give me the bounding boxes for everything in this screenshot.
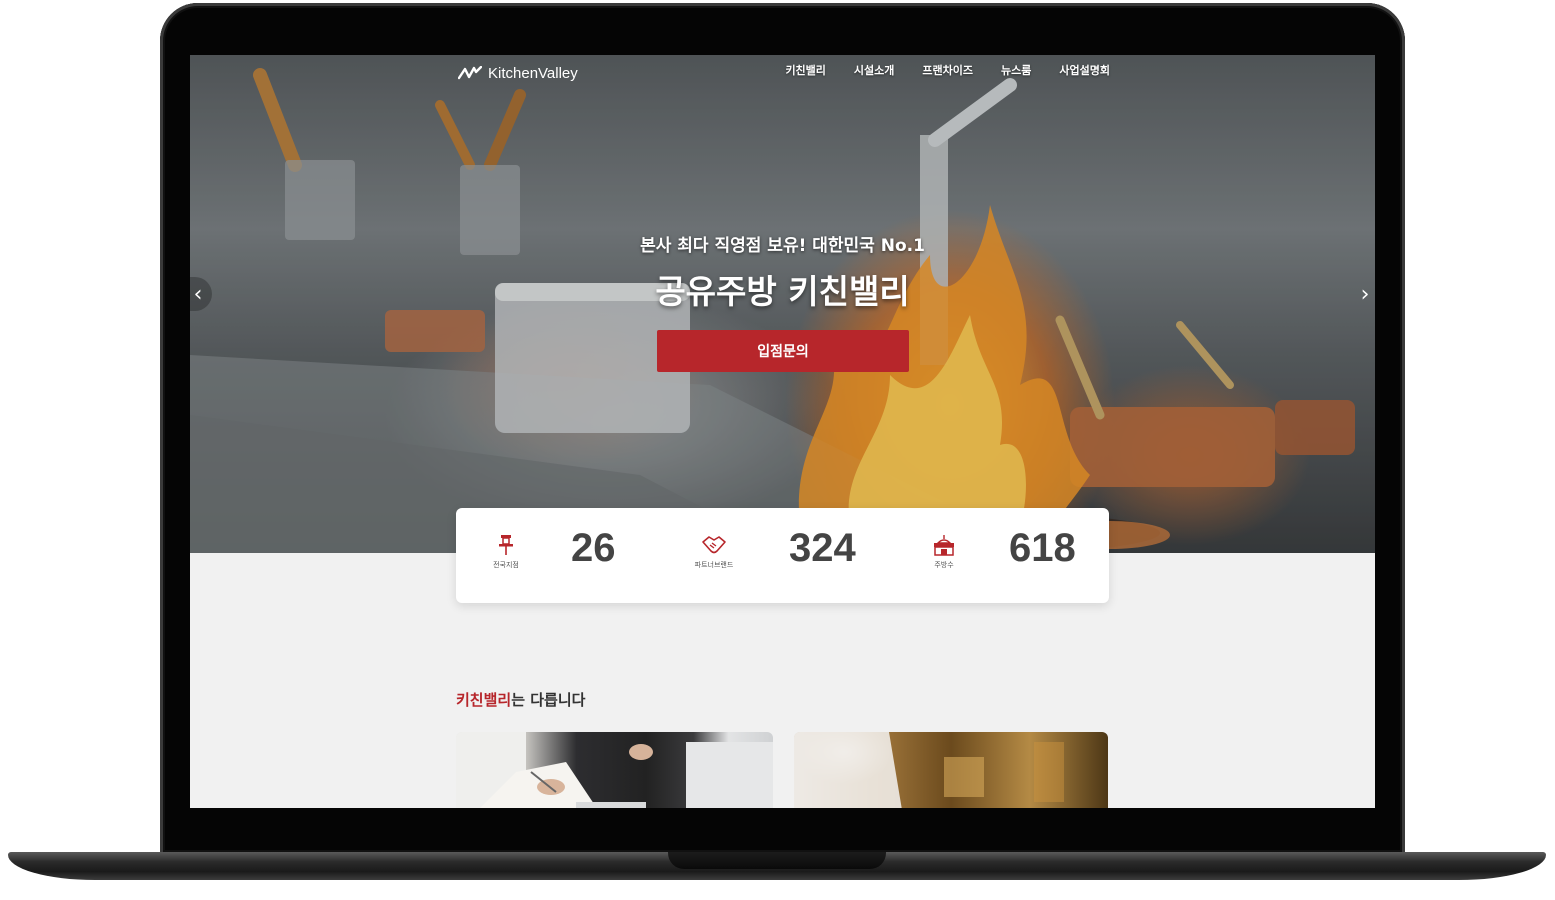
hero-title: 공유주방 키친밸리: [655, 272, 910, 311]
hero-banner: KitchenValley 키친밸리 시설소개 프랜차이즈 뉴스룸 사업설명회 …: [190, 55, 1375, 553]
section-title-rest: 는 다릅니다: [511, 691, 586, 709]
section-title-highlight: 키친밸리: [456, 691, 512, 709]
nav-item-business-briefing[interactable]: 사업설명회: [1059, 62, 1110, 78]
nav-item-newsroom[interactable]: 뉴스룸: [1001, 62, 1031, 78]
feature-card-kitchen[interactable]: [794, 732, 1108, 808]
chef-kitchen-image: [794, 732, 1064, 808]
laptop-notch: [668, 852, 886, 869]
brand-logo[interactable]: KitchenValley: [458, 63, 578, 83]
main-nav: 키친밸리 시설소개 프랜차이즈 뉴스룸 사업설명회: [785, 62, 1110, 78]
store-icon: [934, 535, 954, 556]
business-meeting-image: [456, 732, 773, 808]
nav-item-facilities[interactable]: 시설소개: [854, 62, 894, 78]
stat-label: 주방수: [934, 561, 954, 569]
stats-card: 전국지점 26 파트너브랜드 324 주방수 618: [456, 508, 1109, 603]
feature-card-business[interactable]: [456, 732, 773, 808]
stat-value: 26: [571, 526, 616, 570]
handshake-icon: [702, 536, 726, 554]
carousel-next-icon[interactable]: ›: [1351, 277, 1375, 311]
pin-icon: [499, 535, 513, 555]
nav-item-franchise[interactable]: 프랜차이즈: [922, 62, 973, 78]
nav-item-kitchenvalley[interactable]: 키친밸리: [785, 62, 825, 78]
stat-value: 324: [789, 526, 856, 570]
stat-value: 618: [1009, 526, 1076, 570]
logo-mark-icon: [458, 66, 482, 80]
section-title: 키친밸리는 다릅니다: [456, 689, 585, 710]
laptop-screen: KitchenValley 키친밸리 시설소개 프랜차이즈 뉴스룸 사업설명회 …: [190, 55, 1375, 808]
stat-label: 전국지점: [493, 561, 519, 569]
inquiry-button[interactable]: 입점문의: [657, 330, 909, 372]
stat-label: 파트너브랜드: [694, 561, 734, 569]
brand-name: KitchenValley: [488, 64, 578, 82]
hero-subtitle: 본사 최다 직영점 보유! 대한민국 No.1: [640, 236, 925, 256]
